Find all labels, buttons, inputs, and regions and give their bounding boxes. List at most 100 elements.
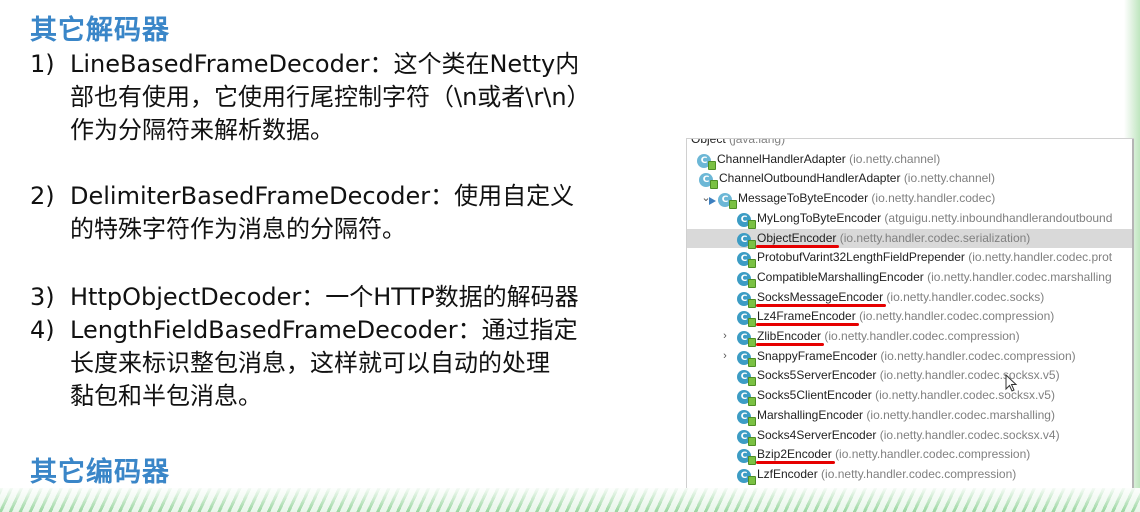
- item-line: DelimiterBasedFrameDecoder：使用自定义: [70, 182, 575, 210]
- tree-row[interactable]: C MyLongToByteEncoder (atguigu.netty.inbo…: [687, 209, 1133, 229]
- slide: 其它解码器 1) LineBasedFrameDecoder：这个类在Netty…: [0, 0, 1140, 512]
- class-package: (io.netty.handler.codec.socksx.v5): [875, 388, 1055, 403]
- item-line: 长度来标识整包消息，这样就可以自动的处理: [70, 349, 550, 377]
- tree-row[interactable]: C MarshallingEncoder (io.netty.handler.co…: [687, 406, 1133, 426]
- class-icon: C: [737, 390, 756, 407]
- class-package: (io.netty.handler.codec.prot: [968, 250, 1113, 265]
- item-number: 2): [30, 182, 55, 210]
- mouse-cursor-icon: [1005, 374, 1018, 392]
- class-name: ChannelOutboundHandlerAdapter (io.netty.…: [719, 169, 995, 189]
- class-package: (io.netty.channel): [849, 151, 941, 166]
- class-simple-name: Socks4ServerEncoder: [757, 427, 877, 442]
- class-icon: C: [699, 173, 718, 190]
- class-name: Socks4ServerEncoder (io.netty.handler.co…: [757, 426, 1060, 446]
- item-line: LengthFieldBasedFrameDecoder：通过指定: [70, 316, 578, 344]
- tree-row[interactable]: C Lz4FrameEncoder (io.netty.handler.codec…: [687, 307, 1133, 328]
- tree-row[interactable]: Object (java.lang): [687, 138, 1133, 150]
- item-text: LengthFieldBasedFrameDecoder：通过指定 长度来标识整…: [70, 314, 578, 413]
- chevron-right-icon[interactable]: ›: [719, 347, 731, 367]
- annotation-underline: [756, 343, 825, 346]
- tree-row[interactable]: C ProtobufVarint32LengthFieldPrepender (i…: [687, 248, 1133, 269]
- panel-scrollbar[interactable]: [1132, 139, 1134, 504]
- class-simple-name: SocksMessageEncoder: [757, 289, 884, 304]
- class-package: (io.netty.handler.codec.marshalling): [866, 407, 1055, 422]
- class-icon: C: [737, 468, 756, 485]
- class-package: (io.netty.handler.codec.socks): [886, 289, 1045, 304]
- class-icon: C: [737, 449, 756, 466]
- class-icon: C: [737, 212, 756, 229]
- class-simple-name: MarshallingEncoder: [757, 407, 864, 422]
- item-line: 的特殊字符作为消息的分隔符。: [70, 215, 406, 243]
- item-number: 1): [30, 50, 55, 78]
- section-heading-encoders: 其它编码器: [30, 457, 170, 488]
- class-icon: C: [737, 232, 756, 249]
- class-simple-name: ZlibEncoder: [757, 329, 822, 343]
- class-simple-name: ObjectEncoder: [757, 230, 837, 245]
- class-package: (io.netty.handler.codec): [871, 191, 996, 206]
- class-package: (io.netty.handler.codec.socksx.v4): [879, 427, 1060, 442]
- class-package: (io.netty.handler.codec.compression): [859, 309, 1055, 324]
- annotation-underline: [756, 244, 840, 248]
- tree-row[interactable]: C Socks5ServerEncoder (io.netty.handler.c…: [687, 366, 1133, 387]
- class-package: (io.netty.handler.codec.compression): [835, 447, 1031, 462]
- class-package: (io.netty.handler.codec.serialization): [839, 230, 1031, 245]
- tree-row[interactable]: C CompatibleMarshallingEncoder (io.netty.…: [687, 268, 1133, 288]
- class-icon: C: [737, 429, 756, 446]
- tree-row[interactable]: C ObjectEncoder (io.netty.handler.codec.s…: [687, 228, 1133, 249]
- item-number: 3): [30, 283, 55, 311]
- class-name: LzfEncoder (io.netty.handler.codec.compr…: [757, 465, 1016, 485]
- class-icon: C: [709, 193, 737, 210]
- tree-row[interactable]: › C SnappyFrameEncoder (io.netty.handler.c…: [687, 347, 1133, 367]
- class-package: (io.netty.handler.codec.compression): [824, 329, 1020, 343]
- class-name: Object (java.lang): [691, 138, 785, 150]
- tree-row[interactable]: › C ZlibEncoder (io.netty.handler.codec.co…: [687, 327, 1133, 347]
- class-simple-name: ChannelOutboundHandlerAdapter: [719, 171, 901, 186]
- item-line: LineBasedFrameDecoder：这个类在Netty内: [70, 50, 580, 78]
- class-icon: C: [737, 271, 756, 288]
- class-simple-name: ProtobufVarint32LengthFieldPrepender: [757, 250, 965, 265]
- class-simple-name: Socks5ServerEncoder: [757, 368, 877, 383]
- class-simple-name: LzfEncoder: [757, 466, 818, 481]
- tree-row[interactable]: C Socks5ClientEncoder (io.netty.handler.c…: [687, 386, 1133, 407]
- tree-row[interactable]: C ChannelHandlerAdapter (io.netty.channel…: [687, 150, 1133, 170]
- class-simple-name: Socks5ClientEncoder: [757, 388, 872, 403]
- item-line: 部也有使用，它使用行尾控制字符（\n或者\r\n）: [70, 83, 591, 111]
- class-simple-name: CompatibleMarshallingEncoder: [757, 269, 924, 284]
- class-icon: C: [737, 331, 756, 347]
- class-simple-name: ChannelHandlerAdapter: [717, 151, 846, 166]
- annotation-underline: [756, 303, 887, 307]
- class-icon: C: [737, 409, 756, 426]
- tree-row[interactable]: ⌄ C MessageToByteEncoder (io.netty.handler…: [687, 189, 1133, 210]
- class-name: MarshallingEncoder (io.netty.handler.cod…: [757, 406, 1055, 426]
- decorative-bottom-border: [0, 488, 1140, 512]
- type-hierarchy-panel: Object (java.lang) C ChannelHandlerAdapter…: [686, 138, 1134, 504]
- tree-row[interactable]: C LzfEncoder (io.netty.handler.codec.comp…: [687, 465, 1133, 485]
- chevron-right-icon[interactable]: ›: [719, 327, 731, 347]
- class-icon: C: [737, 311, 756, 328]
- class-icon: C: [737, 370, 756, 387]
- item-number: 4): [30, 316, 55, 344]
- class-simple-name: Object: [691, 138, 726, 146]
- item-text: LineBasedFrameDecoder：这个类在Netty内 部也有使用，它…: [70, 48, 591, 147]
- tree-row[interactable]: C Socks4ServerEncoder (io.netty.handler.c…: [687, 426, 1133, 446]
- class-name: SnappyFrameEncoder (io.netty.handler.cod…: [757, 347, 1076, 367]
- class-package: (atguigu.netty.inboundhandlerandoutbound: [884, 210, 1113, 225]
- tree-row[interactable]: C ChannelOutboundHandlerAdapter (io.netty…: [687, 169, 1133, 190]
- class-simple-name: SnappyFrameEncoder: [757, 348, 878, 363]
- class-package: (io.netty.handler.codec.compression): [880, 348, 1076, 363]
- class-simple-name: Bzip2Encoder: [757, 447, 832, 462]
- item-line: 作为分隔符来解析数据。: [70, 116, 334, 144]
- class-name: MyLongToByteEncoder (atguigu.netty.inbou…: [757, 209, 1112, 229]
- class-package: (io.netty.channel): [903, 171, 995, 186]
- class-name: CompatibleMarshallingEncoder (io.netty.h…: [757, 268, 1112, 288]
- class-simple-name: Lz4FrameEncoder: [757, 309, 856, 324]
- item-text: HttpObjectDecoder：一个HTTP数据的解码器: [70, 281, 579, 314]
- item-line: HttpObjectDecoder：一个HTTP数据的解码器: [70, 283, 579, 311]
- class-icon: C: [737, 252, 756, 269]
- tree-row[interactable]: C Bzip2Encoder (io.netty.handler.codec.co…: [687, 445, 1133, 466]
- class-icon: C: [697, 153, 716, 170]
- item-line: 黏包和半包消息。: [70, 382, 262, 410]
- class-package: (io.netty.handler.codec.socksx.v5): [879, 368, 1060, 383]
- tree-row[interactable]: C SocksMessageEncoder (io.netty.handler.c…: [687, 288, 1133, 308]
- class-icon: C: [737, 291, 756, 308]
